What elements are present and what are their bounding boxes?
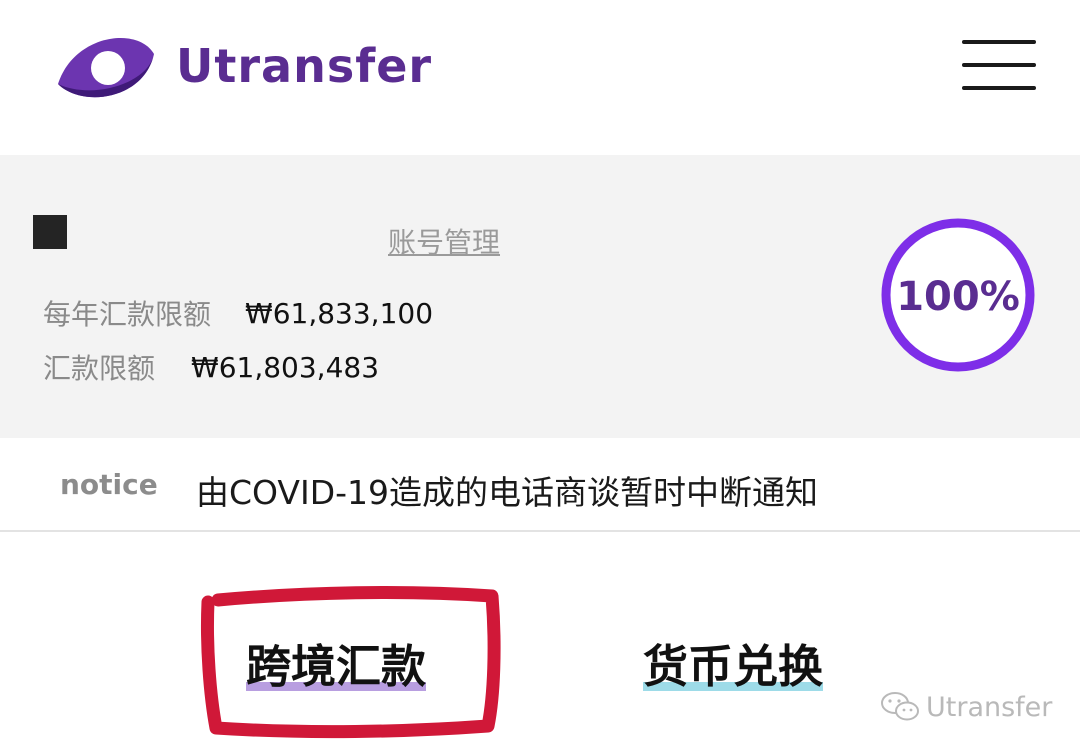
remit-limit-value: ₩61,803,483 [191,350,380,384]
tab-cross-border-remittance[interactable]: 跨境汇款 [246,630,427,695]
watermark-text: Utransfer [926,691,1053,723]
tab-label: 跨境汇款 [246,640,427,693]
eye-logo-icon [58,38,154,98]
account-panel: 账号管理 每年汇款限额 ₩61,833,100 汇款限额 ₩61,803,483… [0,155,1080,438]
annual-limit-row: 每年汇款限额 ₩61,833,100 [43,293,433,333]
brand-logo[interactable]: Utransfer [52,26,432,106]
notice-label: notice [60,468,158,501]
tab-label: 货币兑换 [643,640,824,693]
annual-limit-value: ₩61,833,100 [245,296,434,330]
app-header: Utransfer [0,0,1080,155]
usage-percent-text: 100% [896,274,1020,320]
brand-name: Utransfer [176,39,433,93]
wechat-icon [881,692,919,721]
wechat-watermark: Utransfer [880,690,1052,724]
menu-line [962,40,1036,44]
menu-line [962,86,1036,90]
remit-limit-row: 汇款限额 ₩61,803,483 [43,347,379,387]
user-avatar [33,215,67,249]
hamburger-menu-icon[interactable] [962,40,1036,92]
annual-limit-label: 每年汇款限额 [43,298,212,331]
remit-limit-label: 汇款限额 [43,352,156,385]
usage-ring: 100% [881,218,1035,372]
account-management-link[interactable]: 账号管理 [388,221,500,261]
menu-line [962,63,1036,67]
notice-bar: notice 由COVID-19造成的电话商谈暂时中断通知 [0,438,1080,532]
notice-message-link[interactable]: 由COVID-19造成的电话商谈暂时中断通知 [196,466,818,514]
tab-currency-exchange[interactable]: 货币兑换 [643,630,824,695]
